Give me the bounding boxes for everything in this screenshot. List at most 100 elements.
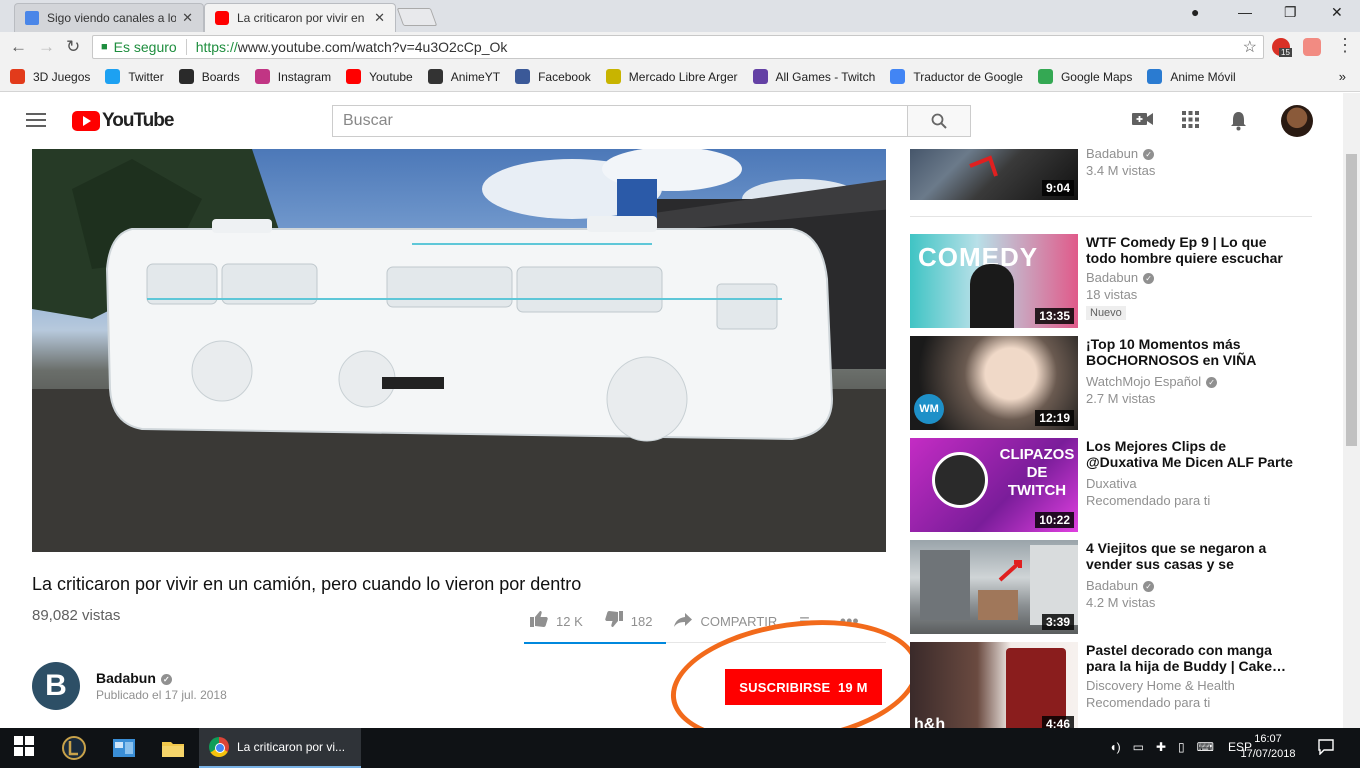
address-bar[interactable]: ■ Es seguro https://www.youtube.com/watc…: [92, 35, 1264, 59]
browser-tab-2[interactable]: La criticaron por vivir en ✕: [204, 3, 396, 32]
defender-icon[interactable]: ✚: [1156, 740, 1166, 754]
new-tab-button[interactable]: [396, 8, 438, 26]
channel-name[interactable]: Badabun ✓: [96, 670, 172, 686]
bookmark-label: All Games - Twitch: [775, 69, 876, 84]
tab-close-icon[interactable]: ✕: [374, 10, 385, 26]
video-thumbnail[interactable]: CLIPAZOS DE TWITCH 10:22: [910, 438, 1078, 532]
windows-taskbar: La criticaron por vi... ◖) ▭ ✚ ▯ ⌨ ESP 1…: [0, 728, 1360, 768]
bookmark-animeyt[interactable]: AnimeYT: [427, 69, 501, 84]
video-duration: 12:19: [1035, 410, 1074, 426]
system-clock[interactable]: 16:07 17/07/2018: [1240, 732, 1296, 762]
bookmark-label: Mercado Libre Arger: [628, 69, 738, 84]
video-title[interactable]: 4 Viejitos que se negaron a vender sus c…: [1086, 540, 1298, 574]
thumbs-down-icon: [604, 610, 623, 632]
bookmarks-overflow-icon[interactable]: »: [1339, 69, 1346, 84]
bookmark-twitter[interactable]: Twitter: [105, 69, 164, 84]
user-profile-icon[interactable]: ●: [1191, 4, 1199, 20]
bookmark-mercadolibre[interactable]: Mercado Libre Arger: [605, 69, 738, 84]
related-video-item[interactable]: 3:39 4 Viejitos que se negaron a vender …: [910, 540, 1314, 634]
dislike-button[interactable]: 182: [604, 610, 652, 632]
video-title[interactable]: Pastel decorado con manga para la hija d…: [1086, 642, 1298, 674]
tab-close-icon[interactable]: ✕: [182, 10, 193, 26]
bookmark-maps[interactable]: Google Maps: [1037, 69, 1133, 84]
video-thumbnail[interactable]: 9:04: [910, 149, 1078, 200]
bookmark-label: Google Maps: [1060, 69, 1133, 84]
scrollbar-thumb[interactable]: [1346, 154, 1357, 446]
back-button[interactable]: ←: [10, 37, 27, 57]
related-video-item[interactable]: CLIPAZOS DE TWITCH 10:22 Los Mejores Cli…: [910, 438, 1314, 532]
related-video-item[interactable]: COMEDY 13:35 WTF Comedy Ep 9 | Lo que to…: [910, 234, 1314, 328]
youtube-logo[interactable]: YouTube: [72, 110, 174, 132]
youtube-favicon-icon: [215, 11, 229, 25]
video-title: La criticaron por vivir en un camión, pe…: [32, 574, 582, 594]
thumbs-up-icon: [530, 610, 548, 632]
action-center-icon[interactable]: [1318, 739, 1334, 758]
bookmark-star-icon[interactable]: ☆: [1243, 37, 1257, 57]
windows-start-icon[interactable]: [14, 736, 38, 760]
clock-date: 17/07/2018: [1240, 748, 1296, 760]
video-duration: 13:35: [1035, 308, 1074, 324]
video-title[interactable]: Los Mejores Clips de @Duxativa Me Dicen …: [1086, 438, 1298, 472]
url-text[interactable]: https://www.youtube.com/watch?v=4u3O2cCp…: [196, 39, 508, 55]
forward-button[interactable]: →: [38, 37, 55, 57]
video-thumbnail[interactable]: COMEDY 13:35: [910, 234, 1078, 328]
related-video-item[interactable]: h&h 4:46 Pastel decorado con manga para …: [910, 642, 1314, 728]
minimize-button[interactable]: —: [1238, 4, 1252, 20]
bookmark-twitch[interactable]: All Games - Twitch: [752, 69, 876, 84]
account-avatar[interactable]: [1281, 105, 1313, 137]
verified-check-icon: ✓: [1143, 581, 1155, 593]
close-window-button[interactable]: ✕: [1331, 4, 1343, 21]
video-thumbnail[interactable]: 3:39: [910, 540, 1078, 634]
channel-name: Badabun ✓: [1086, 149, 1298, 161]
browser-toolbar: ← → ↻ ■ Es seguro https://www.youtube.co…: [0, 32, 1360, 62]
browser-tab-1[interactable]: Sigo viendo canales a los ✕: [14, 3, 204, 32]
channel-name: Discovery Home & Health: [1086, 678, 1235, 693]
related-video-item[interactable]: 9:04 Badabun ✓ 3.4 M vistas: [910, 149, 1314, 200]
apps-grid-icon[interactable]: [1182, 111, 1199, 133]
upload-video-icon[interactable]: [1132, 111, 1154, 132]
battery-icon[interactable]: ▯: [1178, 740, 1185, 754]
bookmark-facebook[interactable]: Facebook: [515, 69, 591, 84]
bookmark-instagram[interactable]: Instagram: [254, 69, 331, 84]
bookmark-animemovil[interactable]: Anime Móvil: [1147, 69, 1236, 84]
video-thumbnail[interactable]: WM 12:19: [910, 336, 1078, 430]
hamburger-menu-icon[interactable]: [26, 113, 46, 127]
network-icon[interactable]: ▭: [1133, 740, 1144, 754]
related-video-item[interactable]: WM 12:19 ¡Top 10 Momentos más BOCHORNOSO…: [910, 336, 1314, 430]
search-button[interactable]: [907, 105, 971, 137]
reload-button[interactable]: ↻: [66, 37, 80, 57]
like-button[interactable]: 12 K: [530, 610, 583, 632]
view-count: 2.7 M vistas: [1086, 391, 1156, 406]
search-input[interactable]: Buscar: [332, 105, 908, 137]
view-count: 3.4 M vistas: [1086, 163, 1156, 178]
notifications-bell-icon[interactable]: [1230, 111, 1247, 136]
video-title[interactable]: ¡Top 10 Momentos más BOCHORNOSOS en VIÑA…: [1086, 336, 1298, 370]
volume-icon[interactable]: ◖): [1109, 740, 1120, 754]
bookmark-label: Boards: [201, 69, 240, 84]
file-explorer-icon[interactable]: [161, 736, 185, 760]
bookmark-label: AnimeYT: [450, 69, 501, 84]
bookmark-3djuegos[interactable]: 3D Juegos: [10, 69, 90, 84]
verified-check-icon: ✓: [160, 673, 172, 685]
bookmark-translate[interactable]: Traductor de Google: [890, 69, 1023, 84]
video-title[interactable]: WTF Comedy Ep 9 | Lo que todo hombre qui…: [1086, 234, 1298, 266]
verified-check-icon: ✓: [1143, 273, 1155, 285]
clock-time: 16:07: [1254, 733, 1282, 745]
bookmark-youtube[interactable]: Youtube: [346, 69, 413, 84]
taskbar-chrome-window[interactable]: La criticaron por vi...: [199, 728, 361, 768]
control-panel-icon[interactable]: [112, 736, 136, 760]
channel-avatar[interactable]: B: [32, 662, 80, 710]
watchmojo-logo: WM: [914, 394, 944, 424]
keyboard-icon[interactable]: ⌨: [1197, 740, 1214, 754]
extension-icon[interactable]: [1303, 38, 1321, 56]
video-thumbnail[interactable]: h&h 4:46: [910, 642, 1078, 728]
restore-button[interactable]: ❐: [1284, 4, 1297, 21]
security-label: Es seguro: [113, 39, 177, 55]
bookmark-boards[interactable]: Boards: [178, 69, 240, 84]
lock-icon: ■: [101, 41, 108, 53]
video-frame-bus-illustration: [32, 149, 886, 552]
league-of-legends-icon[interactable]: [62, 736, 86, 760]
video-player[interactable]: [32, 149, 886, 552]
menu-kebab-icon[interactable]: ⋮: [1336, 35, 1354, 56]
bookmark-label: Facebook: [538, 69, 591, 84]
